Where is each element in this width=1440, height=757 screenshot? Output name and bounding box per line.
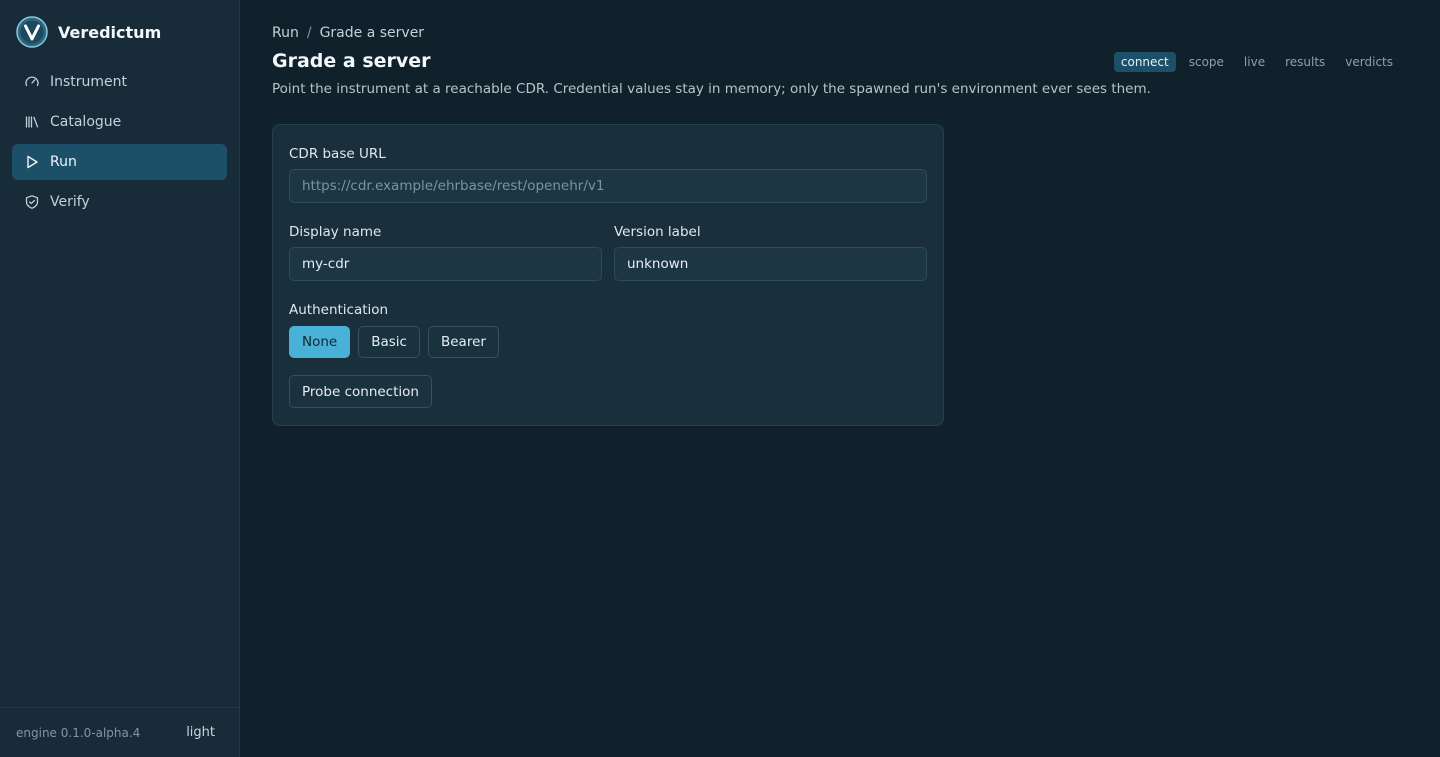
sidebar-item-label: Instrument <box>50 74 128 90</box>
step-results[interactable]: results <box>1278 52 1332 72</box>
authentication-label: Authentication <box>289 302 389 318</box>
sidebar-item-label: Verify <box>50 194 90 210</box>
sidebar-footer: engine 0.1.0-alpha.4 light <box>0 707 239 757</box>
breadcrumb-separator: / <box>306 25 312 41</box>
step-connect[interactable]: connect <box>1113 52 1176 72</box>
theme-toggle[interactable]: light <box>186 725 215 740</box>
breadcrumb-parent[interactable]: Run <box>272 25 299 41</box>
sidebar-item-run[interactable]: Run <box>12 144 227 180</box>
version-label-input[interactable] <box>614 247 927 281</box>
probe-connection-button[interactable]: Probe connection <box>289 375 432 408</box>
brand[interactable]: Veredictum <box>16 16 161 48</box>
shield-check-icon <box>24 194 40 210</box>
engine-version: engine 0.1.0-alpha.4 <box>16 725 141 740</box>
step-scope[interactable]: scope <box>1182 52 1231 72</box>
breadcrumb-current: Grade a server <box>319 25 425 41</box>
sidebar-item-catalogue[interactable]: Catalogue <box>12 104 227 140</box>
breadcrumb: Run / Grade a server <box>272 25 424 41</box>
display-name-label: Display name <box>289 224 382 240</box>
sidebar-item-instrument[interactable]: Instrument <box>12 64 227 100</box>
auth-basic-button[interactable]: Basic <box>358 326 420 358</box>
sidebar: Veredictum Instrument Catalogue Run Veri… <box>0 0 240 757</box>
version-label-label: Version label <box>614 224 701 240</box>
step-tabs: connect scope live results verdicts <box>1113 52 1400 72</box>
cdr-url-input[interactable] <box>289 169 927 203</box>
page-title: Grade a server <box>272 50 431 72</box>
sidebar-item-label: Run <box>50 154 77 170</box>
cdr-url-label: CDR base URL <box>289 146 386 162</box>
veredictum-logo-icon <box>16 16 48 48</box>
auth-bearer-button[interactable]: Bearer <box>427 326 499 358</box>
sidebar-nav: Instrument Catalogue Run Verify <box>12 64 227 224</box>
sidebar-item-verify[interactable]: Verify <box>12 184 227 220</box>
play-icon <box>24 154 40 170</box>
app-name: Veredictum <box>58 22 162 42</box>
auth-none-button[interactable]: None <box>289 326 351 358</box>
step-live[interactable]: live <box>1237 52 1272 72</box>
authentication-options: None Basic Bearer <box>289 326 499 358</box>
page-subtitle: Point the instrument at a reachable CDR.… <box>272 81 1151 97</box>
display-name-input[interactable] <box>289 247 602 281</box>
gauge-icon <box>24 74 40 90</box>
sidebar-item-label: Catalogue <box>50 114 122 130</box>
connection-form-card: CDR base URL Display name Version label … <box>272 124 944 426</box>
library-icon <box>24 114 40 130</box>
step-verdicts[interactable]: verdicts <box>1338 52 1400 72</box>
